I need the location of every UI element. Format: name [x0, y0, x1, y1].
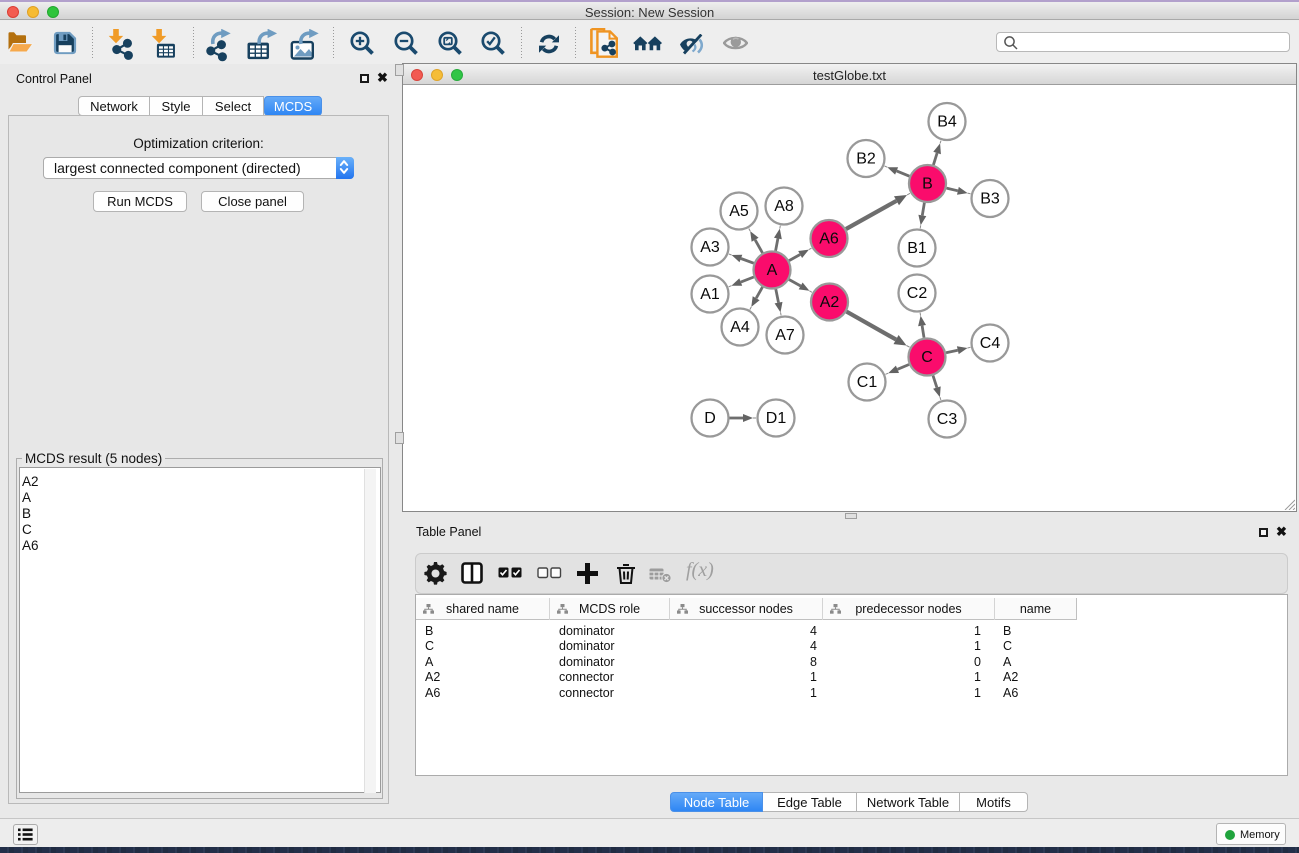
svg-text:C: C	[921, 349, 933, 366]
svg-text:C4: C4	[980, 335, 1001, 352]
svg-text:D: D	[704, 410, 716, 427]
svg-text:B3: B3	[980, 191, 1000, 208]
svg-text:B4: B4	[937, 114, 957, 131]
svg-text:C2: C2	[907, 285, 928, 302]
svg-text:A4: A4	[730, 319, 750, 336]
svg-text:B1: B1	[907, 240, 927, 257]
svg-text:C3: C3	[937, 411, 958, 428]
svg-text:A2: A2	[820, 294, 840, 311]
svg-text:A7: A7	[775, 327, 795, 344]
svg-text:B2: B2	[856, 151, 876, 168]
svg-text:A8: A8	[774, 198, 794, 215]
svg-text:A6: A6	[819, 231, 839, 248]
svg-text:D1: D1	[766, 410, 787, 427]
svg-text:A: A	[767, 262, 778, 279]
svg-text:A5: A5	[729, 203, 749, 220]
svg-text:C1: C1	[857, 374, 878, 391]
svg-text:B: B	[922, 176, 933, 193]
svg-text:A3: A3	[700, 239, 720, 256]
svg-text:A1: A1	[700, 286, 720, 303]
